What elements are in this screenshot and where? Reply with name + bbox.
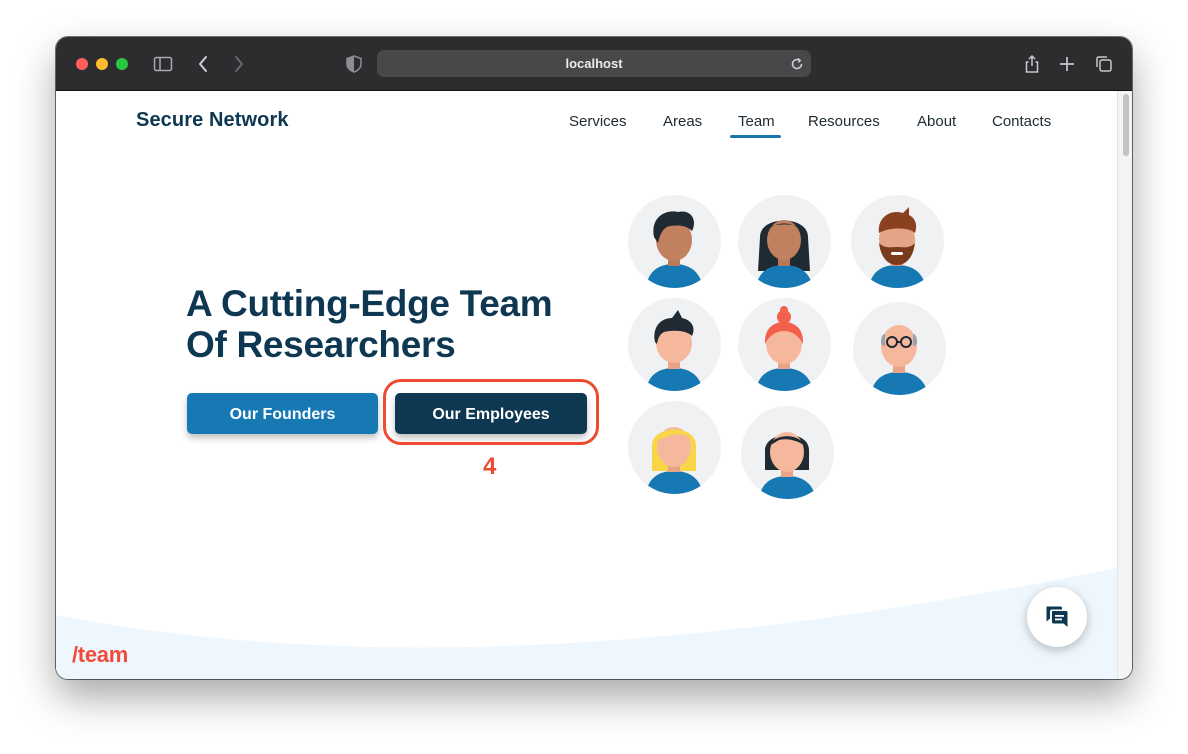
chat-bubbles-icon xyxy=(1044,604,1070,630)
nav-item-resources[interactable]: Resources xyxy=(808,113,880,130)
web-page: Secure Network Services Areas Team Resou… xyxy=(56,91,1117,679)
team-avatar-8 xyxy=(741,406,834,499)
scrollbar-thumb[interactable] xyxy=(1123,94,1129,156)
team-avatar-1 xyxy=(628,195,721,288)
forward-icon[interactable] xyxy=(227,53,249,75)
team-avatar-5 xyxy=(738,298,831,391)
site-logo[interactable]: Secure Network xyxy=(136,109,289,132)
team-avatar-4 xyxy=(628,298,721,391)
url-text: localhost xyxy=(565,56,623,71)
hero-headline-line-1: A Cutting-Edge Team xyxy=(186,283,553,324)
nav-item-team[interactable]: Team xyxy=(738,113,775,130)
address-bar[interactable]: localhost xyxy=(377,50,811,77)
browser-window: localhost Secure Network Services Areas … xyxy=(56,37,1132,679)
share-icon[interactable] xyxy=(1021,53,1043,75)
team-avatar-2 xyxy=(738,195,831,288)
shield-icon[interactable] xyxy=(343,53,365,75)
annotation-label: 4 xyxy=(483,453,497,480)
nav-item-about[interactable]: About xyxy=(917,113,956,130)
back-icon[interactable] xyxy=(193,53,215,75)
nav-item-services[interactable]: Services xyxy=(569,113,627,130)
minimize-window-button[interactable] xyxy=(96,58,108,70)
team-avatar-7 xyxy=(628,401,721,494)
hero-headline: A Cutting-Edge Team Of Researchers xyxy=(186,283,616,365)
team-avatar-6 xyxy=(853,302,946,395)
nav-item-areas[interactable]: Areas xyxy=(663,113,702,130)
annotation-highlight-ring xyxy=(383,379,599,445)
page-slug-label: /team xyxy=(72,642,128,667)
close-window-button[interactable] xyxy=(76,58,88,70)
zoom-window-button[interactable] xyxy=(116,58,128,70)
new-tab-icon[interactable] xyxy=(1056,53,1078,75)
nav-item-contacts[interactable]: Contacts xyxy=(992,113,1051,130)
tabs-overview-icon[interactable] xyxy=(1093,53,1115,75)
reload-icon[interactable] xyxy=(789,56,805,72)
our-founders-button[interactable]: Our Founders xyxy=(187,393,378,434)
background-wave xyxy=(56,568,1117,679)
browser-toolbar: localhost xyxy=(56,37,1132,91)
chat-button[interactable] xyxy=(1027,587,1087,647)
sidebar-icon[interactable] xyxy=(152,53,174,75)
team-avatar-3 xyxy=(851,195,944,288)
hero-headline-line-2: Of Researchers xyxy=(186,324,456,365)
page-scrollbar[interactable] xyxy=(1117,91,1132,679)
active-nav-indicator xyxy=(730,135,781,138)
